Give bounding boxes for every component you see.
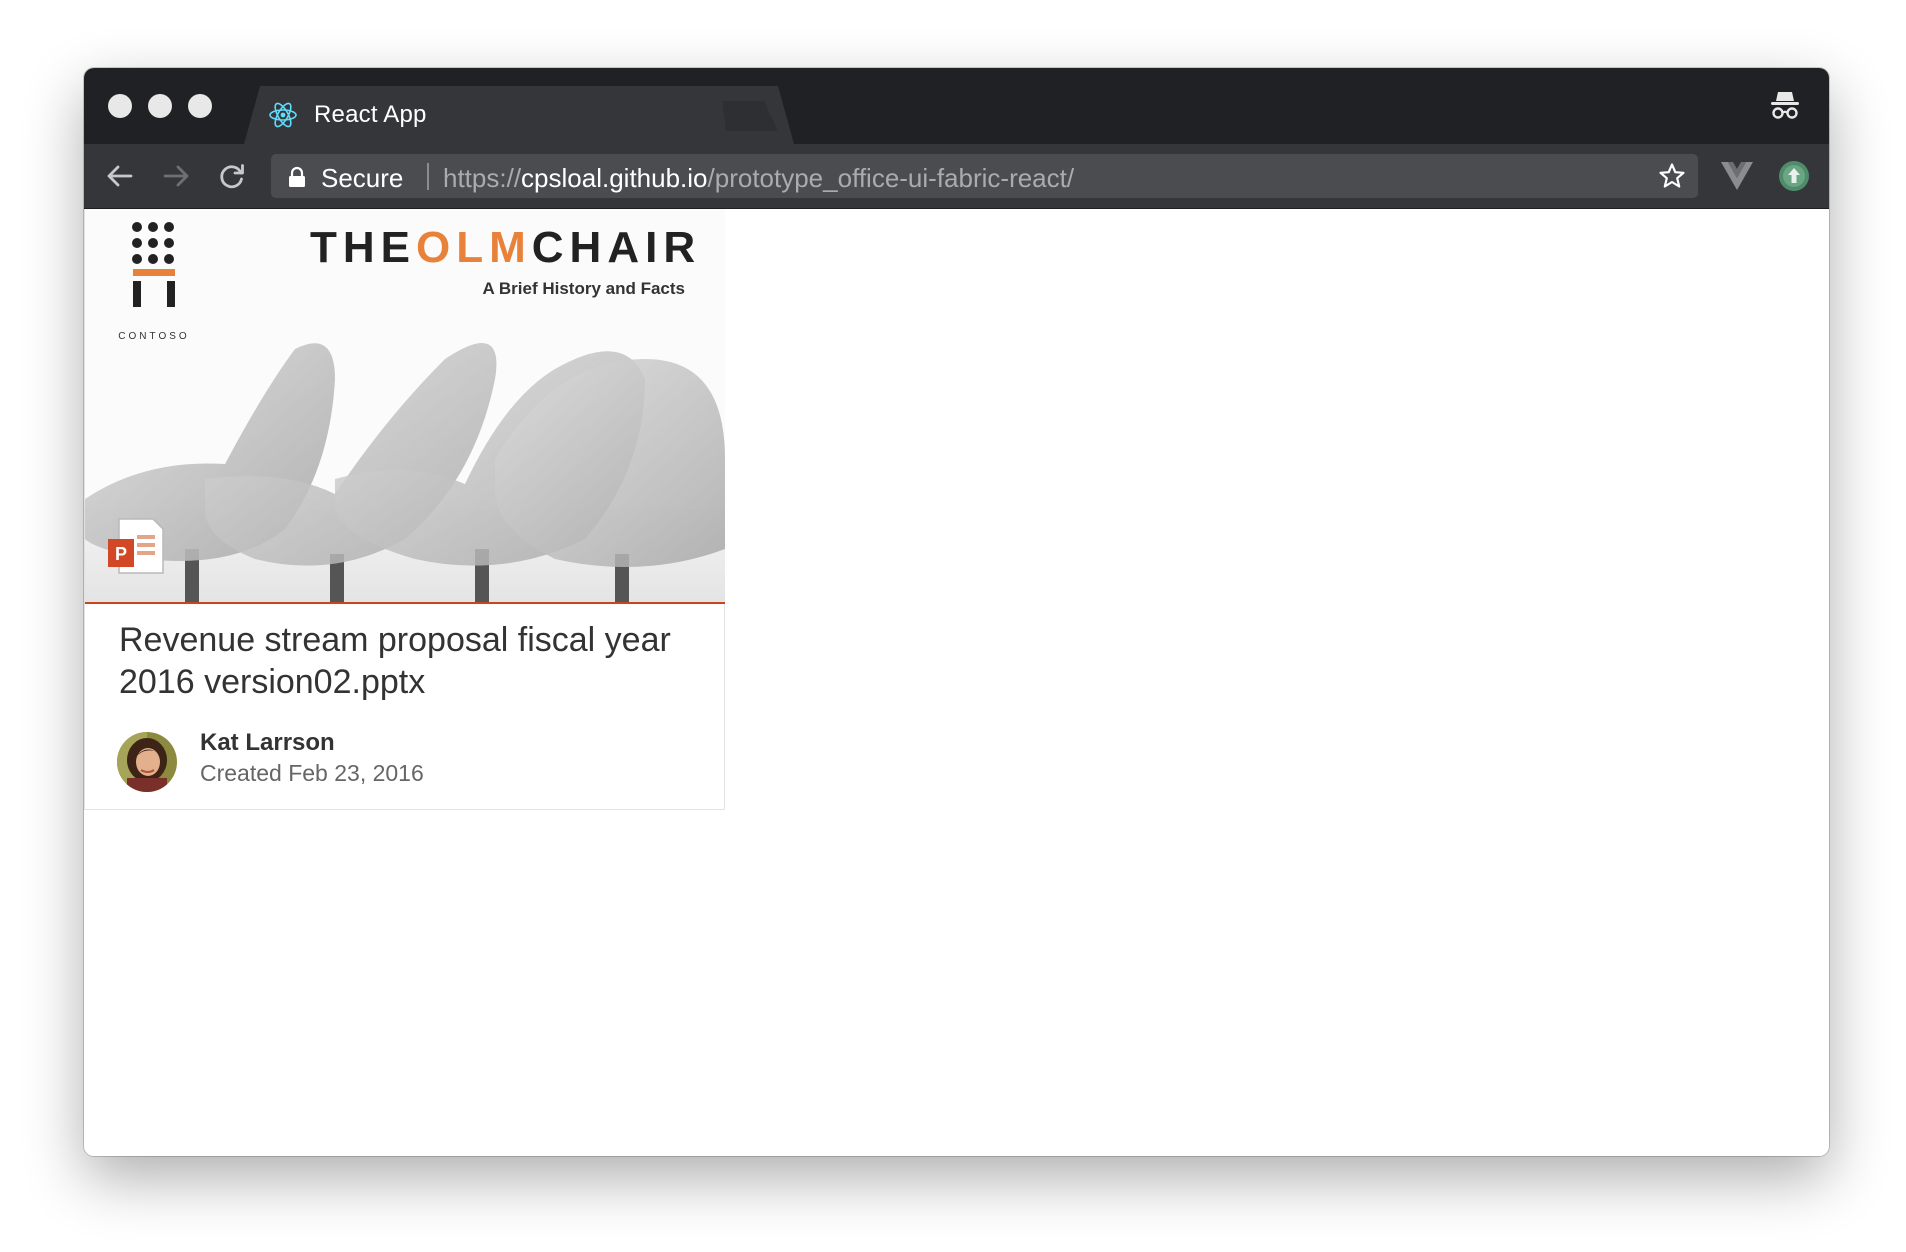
brand-title: THEOLMCHAIR xyxy=(310,223,701,272)
url-scheme: https:// xyxy=(443,163,522,193)
incognito-icon xyxy=(1771,92,1799,119)
document-title[interactable]: Revenue stream proposal fiscal year 2016… xyxy=(119,619,699,703)
browser-toolbar: Secure https://cpsloal.github.io/prototy… xyxy=(84,144,1829,209)
forward-arrow-icon[interactable] xyxy=(158,158,194,194)
reload-icon[interactable] xyxy=(214,158,250,194)
document-preview[interactable]: CONTOSO THEOLMCHAIR A Brief History and … xyxy=(85,209,725,604)
secure-label: Secure xyxy=(321,163,404,193)
address-bar[interactable]: Secure https://cpsloal.github.io/prototy… xyxy=(271,154,1698,198)
tab-title: React App xyxy=(314,101,427,128)
minimize-window-button[interactable] xyxy=(148,94,172,118)
page-viewport: CONTOSO THEOLMCHAIR A Brief History and … xyxy=(84,209,1829,1156)
tab-react-app[interactable]: React App × xyxy=(244,86,794,144)
svg-text:P: P xyxy=(115,544,127,564)
url-text[interactable]: https://cpsloal.github.io/prototype_offi… xyxy=(443,163,1074,194)
star-icon[interactable] xyxy=(1658,162,1686,190)
brand-subtitle: A Brief History and Facts xyxy=(483,279,685,298)
svg-text:CONTOSO: CONTOSO xyxy=(118,331,189,342)
url-host: cpsloal.github.io xyxy=(521,163,708,193)
lock-icon xyxy=(289,166,305,187)
document-card[interactable]: CONTOSO THEOLMCHAIR A Brief History and … xyxy=(84,209,725,810)
vue-devtools-icon[interactable] xyxy=(1720,160,1754,192)
browser-window: React App × Secure xyxy=(84,68,1829,1156)
omnibox-divider xyxy=(427,163,429,190)
extension-upload-icon[interactable] xyxy=(1778,160,1810,192)
react-logo-icon xyxy=(268,100,298,130)
url-path: /prototype_office-ui-fabric-react/ xyxy=(707,163,1075,193)
back-arrow-icon[interactable] xyxy=(102,158,138,194)
zoom-window-button[interactable] xyxy=(188,94,212,118)
title-bar: React App × xyxy=(84,68,1829,144)
preview-image: CONTOSO THEOLMCHAIR A Brief History and … xyxy=(85,209,725,602)
author-name: Kat Larrson xyxy=(200,729,335,756)
activity-text: Created Feb 23, 2016 xyxy=(200,760,424,786)
avatar xyxy=(117,732,177,792)
close-window-button[interactable] xyxy=(108,94,132,118)
